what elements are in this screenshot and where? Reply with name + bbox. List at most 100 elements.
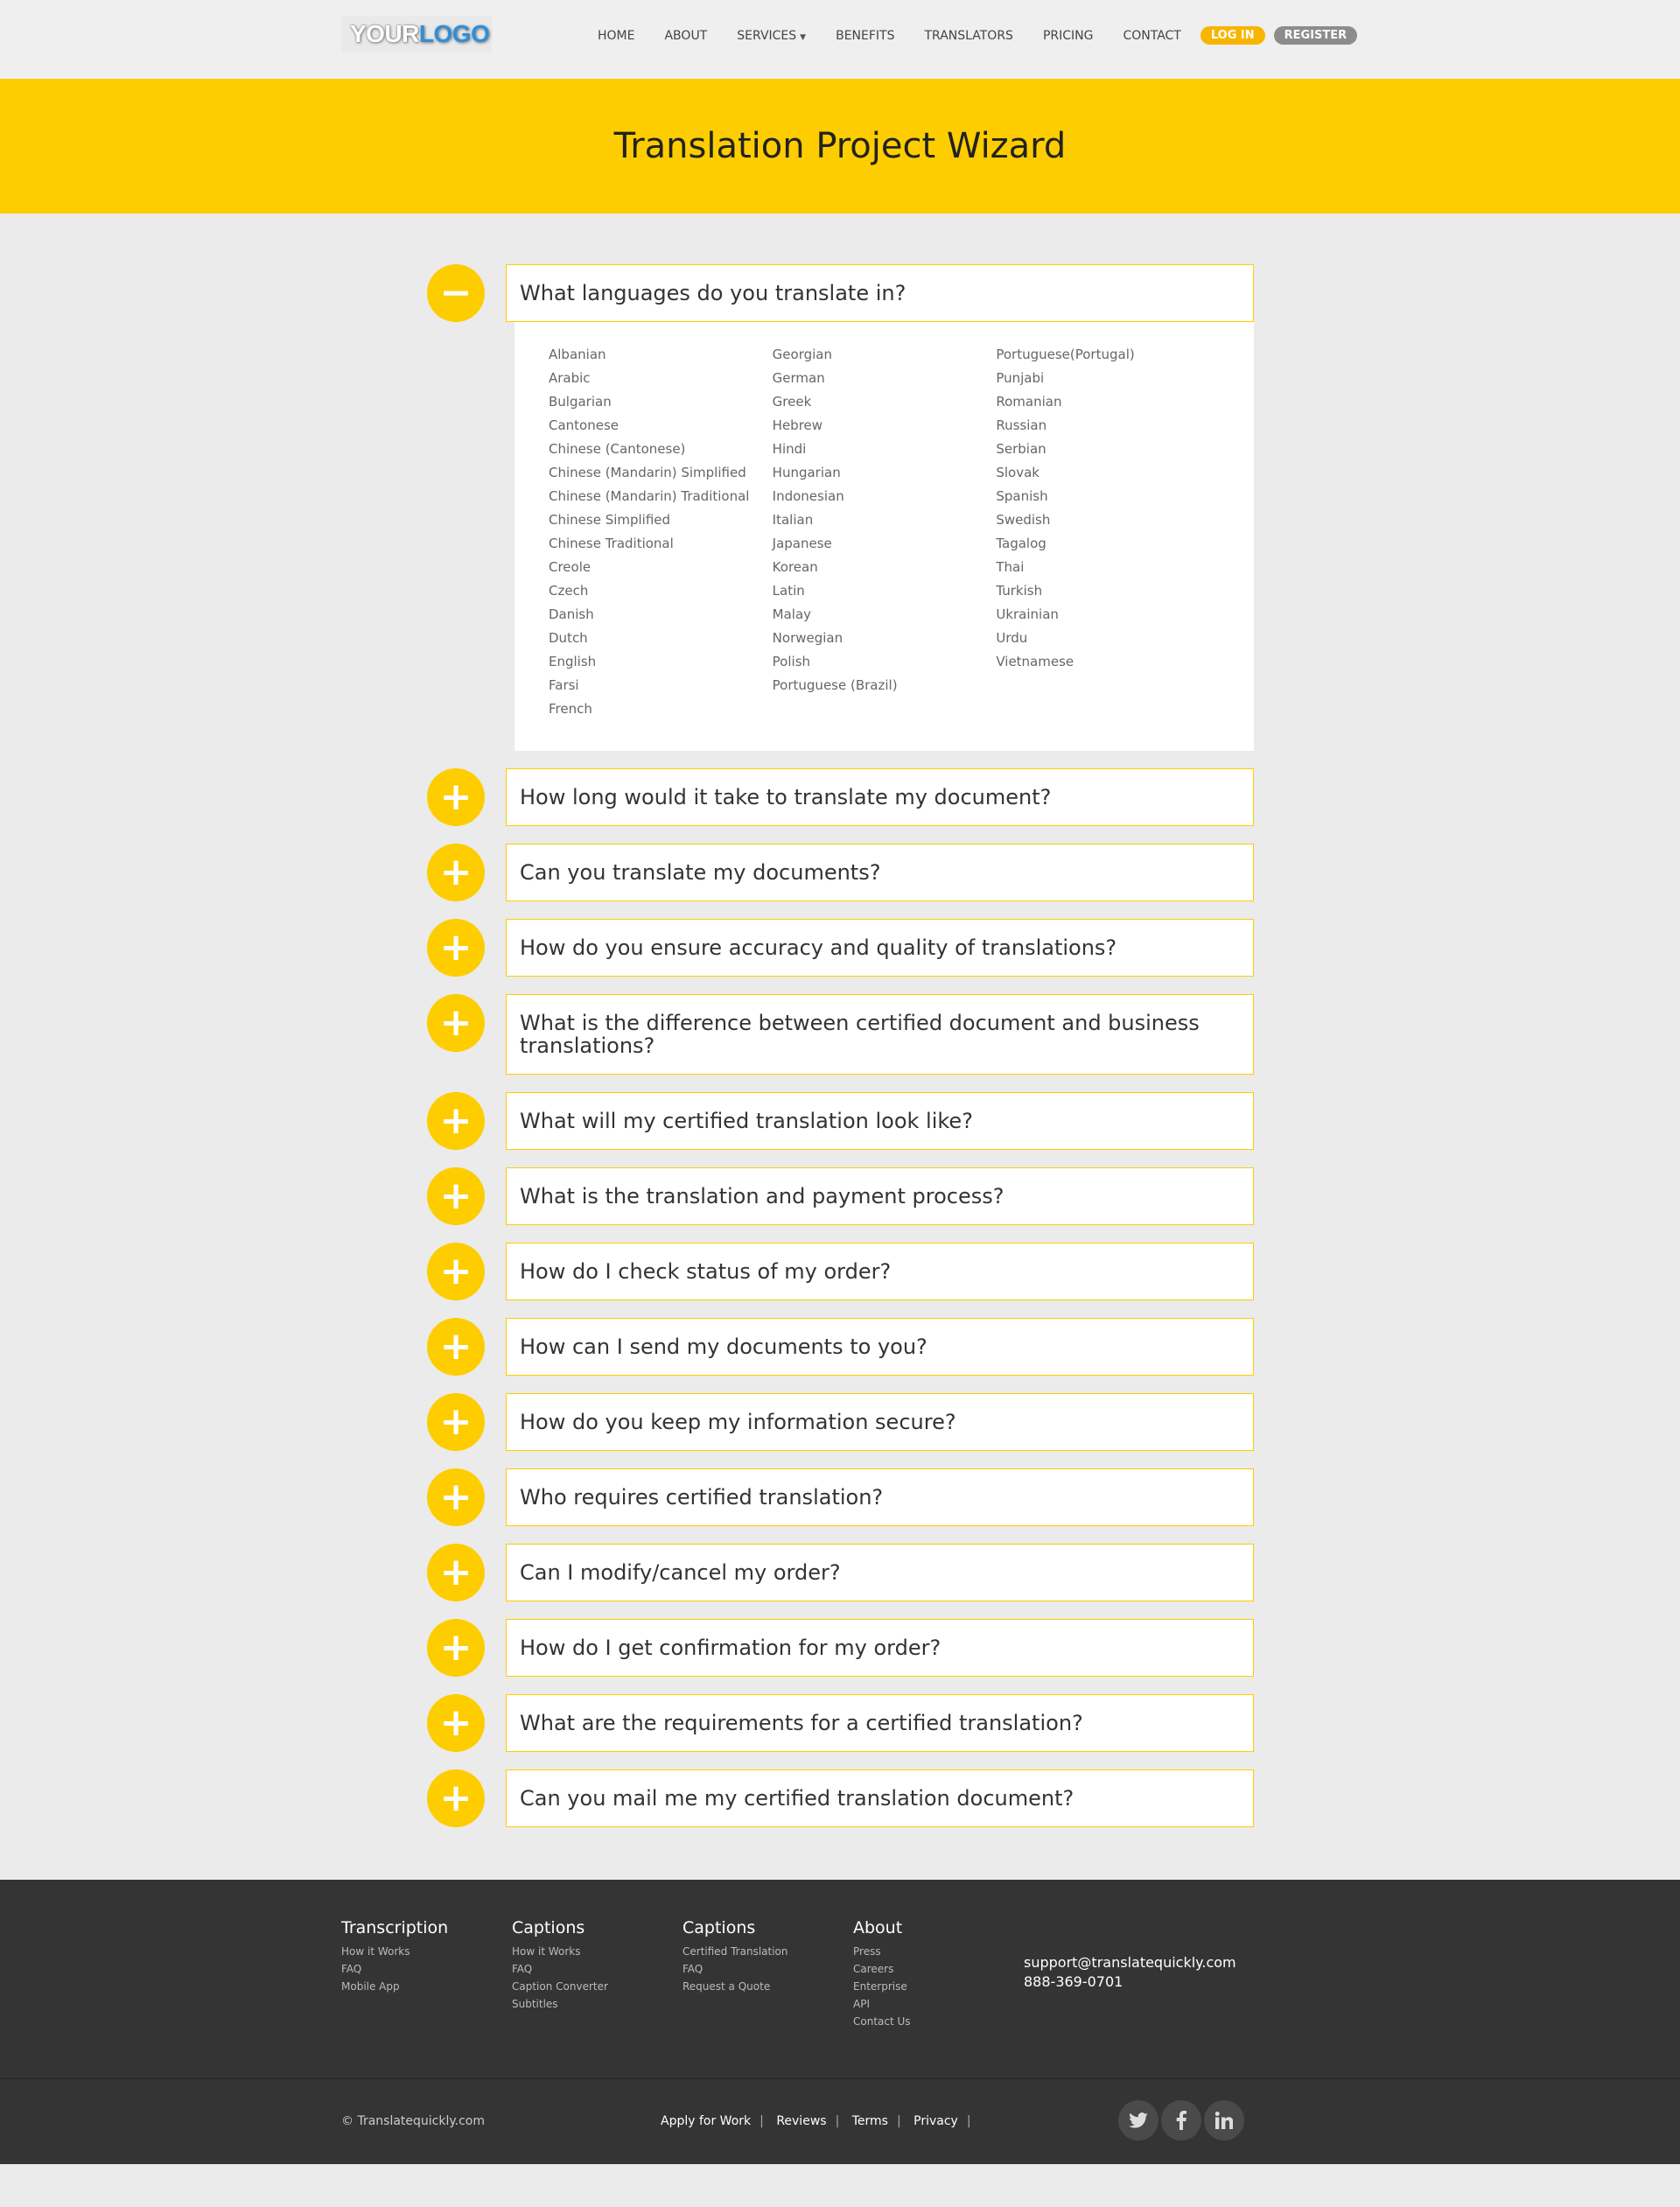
faq-item: + Can I modify/cancel my order? bbox=[427, 1544, 1254, 1601]
faq-item: + Can you translate my documents? bbox=[427, 844, 1254, 901]
toggle-glyph: + bbox=[439, 1475, 472, 1519]
language-item: Bulgarian bbox=[549, 394, 612, 410]
site-logo[interactable]: YOURLOGO bbox=[341, 16, 492, 53]
faq-question-box[interactable]: How do you ensure accuracy and quality o… bbox=[506, 919, 1254, 977]
faq-item: + What is the translation and payment pro… bbox=[427, 1167, 1254, 1225]
footer-link[interactable]: How it Works bbox=[341, 1943, 448, 1960]
footer-link[interactable]: Request a Quote bbox=[682, 1978, 788, 1995]
plus-icon[interactable]: + bbox=[427, 1092, 485, 1150]
register-button[interactable]: REGISTER bbox=[1273, 26, 1358, 45]
facebook-icon[interactable] bbox=[1161, 2100, 1201, 2140]
nav-contact[interactable]: CONTACT bbox=[1123, 29, 1180, 43]
support-phone: 888-369-0701 bbox=[1024, 1973, 1124, 1990]
plus-icon[interactable]: + bbox=[427, 1694, 485, 1752]
plus-icon[interactable]: + bbox=[427, 919, 485, 977]
footer-link[interactable]: Caption Converter bbox=[512, 1978, 608, 1995]
faq-question-box[interactable]: Can you mail me my certified translation… bbox=[506, 1769, 1254, 1827]
footer-link[interactable]: Enterprise bbox=[853, 1978, 911, 1995]
faq-question-box[interactable]: How long would it take to translate my d… bbox=[506, 768, 1254, 826]
plus-icon[interactable]: + bbox=[427, 1769, 485, 1827]
language-item: Punjabi bbox=[996, 370, 1045, 386]
toggle-glyph: + bbox=[439, 1399, 472, 1444]
faq-question: How do I check status of my order? bbox=[520, 1259, 892, 1284]
footer-link[interactable]: FAQ bbox=[682, 1960, 788, 1978]
footer-bottom-bar: © Translatequickly.com Apply for Work | R… bbox=[0, 2078, 1680, 2164]
logo-word-logo: LOGO bbox=[418, 20, 490, 47]
privacy-link[interactable]: Privacy bbox=[914, 2114, 958, 2128]
faq-question-box[interactable]: How can I send my documents to you? bbox=[506, 1318, 1254, 1376]
support-email[interactable]: support@translatequickly.com bbox=[1024, 1953, 1236, 1972]
faq-item: + How can I send my documents to you? bbox=[427, 1318, 1254, 1376]
plus-icon[interactable]: + bbox=[427, 994, 485, 1052]
plus-icon[interactable]: + bbox=[427, 1468, 485, 1526]
footer-link[interactable]: How it Works bbox=[512, 1943, 608, 1960]
faq-question-box[interactable]: What languages do you translate in? bbox=[506, 264, 1254, 322]
faq-question-box[interactable]: What will my certified translation look … bbox=[506, 1092, 1254, 1150]
plus-icon[interactable]: + bbox=[427, 768, 485, 826]
faq-question-box[interactable]: Can I modify/cancel my order? bbox=[506, 1544, 1254, 1601]
footer-link[interactable]: Press bbox=[853, 1943, 911, 1960]
social-links bbox=[1118, 2100, 1247, 2140]
faq-question: How do you keep my information secure? bbox=[520, 1410, 956, 1434]
faq-question-box[interactable]: How do you keep my information secure? bbox=[506, 1393, 1254, 1451]
language-item: Indonesian bbox=[772, 488, 844, 504]
language-item: Thai bbox=[996, 559, 1025, 575]
twitter-icon[interactable] bbox=[1118, 2100, 1158, 2140]
language-item: English bbox=[549, 654, 597, 669]
faq-question: What languages do you translate in? bbox=[520, 281, 906, 305]
minus-icon[interactable]: − bbox=[427, 264, 485, 322]
language-item: Chinese (Mandarin) Traditional bbox=[549, 488, 750, 504]
plus-icon[interactable]: + bbox=[427, 1619, 485, 1677]
plus-icon[interactable]: + bbox=[427, 1393, 485, 1451]
reviews-link[interactable]: Reviews bbox=[776, 2114, 826, 2128]
footer-link[interactable]: Contact Us bbox=[853, 2013, 911, 2030]
language-item: Japanese bbox=[772, 536, 832, 551]
language-item: German bbox=[772, 370, 825, 386]
toggle-glyph: + bbox=[439, 1000, 472, 1045]
footer-link[interactable]: Mobile App bbox=[341, 1978, 448, 1995]
plus-icon[interactable]: + bbox=[427, 1243, 485, 1300]
footer-link[interactable]: Certified Translation bbox=[682, 1943, 788, 1960]
nav-translators[interactable]: TRANSLATORS bbox=[924, 29, 1012, 43]
footer-link[interactable]: API bbox=[853, 1995, 911, 2013]
faq-question: What are the requirements for a certifie… bbox=[520, 1711, 1083, 1735]
linkedin-icon[interactable] bbox=[1204, 2100, 1244, 2140]
terms-link[interactable]: Terms bbox=[852, 2114, 888, 2128]
plus-icon[interactable]: + bbox=[427, 1544, 485, 1601]
footer-link[interactable]: Subtitles bbox=[512, 1995, 608, 2013]
plus-icon[interactable]: + bbox=[427, 1318, 485, 1376]
faq-answer-languages: Albanian Arabic Bulgarian Cantonese Chinese … bbox=[514, 322, 1254, 751]
language-item: Hebrew bbox=[772, 417, 823, 433]
footer-link[interactable]: FAQ bbox=[341, 1960, 448, 1978]
faq-question-box[interactable]: How do I check status of my order? bbox=[506, 1243, 1254, 1300]
nav-home[interactable]: HOME bbox=[598, 29, 634, 43]
faq-question-box[interactable]: Can you translate my documents? bbox=[506, 844, 1254, 901]
faq-question: Who requires certified translation? bbox=[520, 1485, 884, 1510]
nav-about[interactable]: ABOUT bbox=[664, 29, 707, 43]
language-item: Korean bbox=[772, 559, 818, 575]
toggle-glyph: + bbox=[439, 925, 472, 970]
toggle-glyph: + bbox=[439, 1174, 472, 1218]
language-item: Latin bbox=[772, 583, 805, 599]
footer-link[interactable]: FAQ bbox=[512, 1960, 608, 1978]
divider: | bbox=[896, 2114, 901, 2128]
caret-down-icon: ▼ bbox=[800, 32, 807, 42]
faq-question-box[interactable]: What are the requirements for a certifie… bbox=[506, 1694, 1254, 1752]
plus-icon[interactable]: + bbox=[427, 844, 485, 901]
nav-pricing[interactable]: PRICING bbox=[1043, 29, 1094, 43]
nav-benefits[interactable]: BENEFITS bbox=[836, 29, 894, 43]
faq-question-box[interactable]: What is the translation and payment proc… bbox=[506, 1167, 1254, 1225]
nav-services[interactable]: SERVICES ▼ bbox=[737, 29, 806, 43]
footer-bottom-links: Apply for Work | Reviews | Terms | Privacy | bbox=[661, 2114, 980, 2128]
apply-for-work-link[interactable]: Apply for Work bbox=[661, 2114, 751, 2128]
login-button[interactable]: LOG IN bbox=[1200, 26, 1265, 45]
faq-list: − What languages do you translate in? Alba… bbox=[427, 264, 1254, 1827]
faq-question-box[interactable]: How do I get confirmation for my order? bbox=[506, 1619, 1254, 1677]
faq-question-box[interactable]: What is the difference between certified… bbox=[506, 994, 1254, 1075]
language-item: Slovak bbox=[996, 465, 1040, 480]
plus-icon[interactable]: + bbox=[427, 1167, 485, 1225]
faq-question-box[interactable]: Who requires certified translation? bbox=[506, 1468, 1254, 1526]
faq-item: + How do you keep my information secure? bbox=[427, 1393, 1254, 1451]
language-item: Dutch bbox=[549, 630, 588, 646]
footer-link[interactable]: Careers bbox=[853, 1960, 911, 1978]
